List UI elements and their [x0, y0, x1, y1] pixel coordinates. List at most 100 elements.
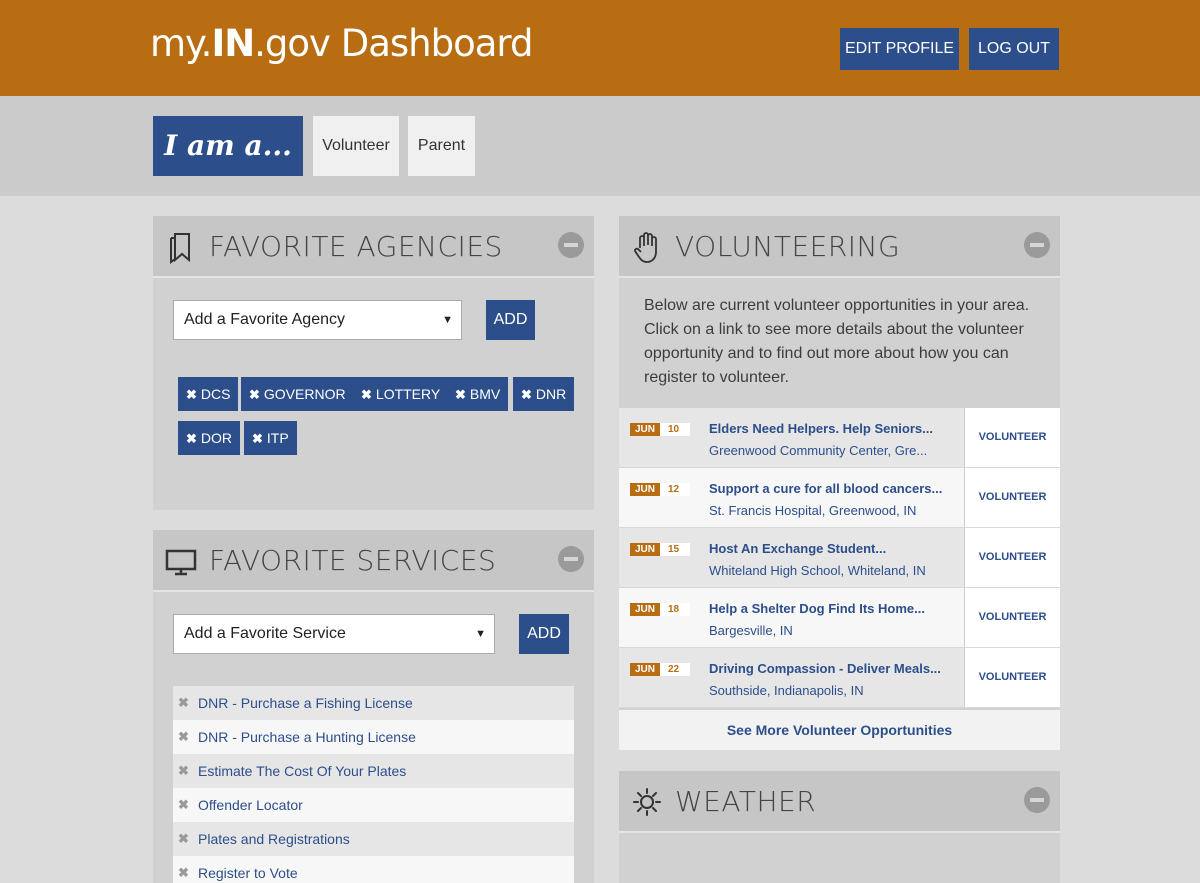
event-title-link[interactable]: Help a Shelter Dog Find Its Home... — [709, 601, 925, 616]
event-day: 15 — [668, 544, 680, 555]
site-header: my.IN.gov Dashboard EDIT PROFILE LOG OUT — [0, 0, 1200, 96]
event-title-link[interactable]: Host An Exchange Student... — [709, 541, 886, 556]
list-item[interactable]: ✖ DNR - Purchase a Hunting License — [173, 720, 574, 754]
agency-tag[interactable]: ✖ DNR — [513, 377, 575, 411]
add-agency-button[interactable]: ADD — [486, 300, 535, 340]
panel-header: WEATHER — [619, 771, 1060, 833]
panel-header: FAVORITE SERVICES — [153, 530, 594, 592]
minus-circle-icon[interactable] — [558, 546, 584, 572]
event-month: JUN — [630, 603, 660, 616]
x-icon[interactable]: ✖ — [178, 686, 189, 720]
event-month: JUN — [630, 663, 660, 676]
event-month: JUN — [630, 543, 660, 556]
agency-select-value: Add a Favorite Agency — [184, 311, 345, 328]
list-item[interactable]: ✖ DNR - Purchase a Fishing License — [173, 686, 574, 720]
table-row: JUN 22 Driving Compassion - Deliver Meals… — [619, 648, 1060, 708]
agency-tag[interactable]: ✖ LOTTERY — [353, 377, 449, 411]
sun-icon — [633, 788, 661, 816]
service-link[interactable]: Plates and Registrations — [198, 831, 350, 847]
agency-tag-label: LOTTERY — [375, 386, 441, 402]
service-select-value: Add a Favorite Service — [184, 625, 346, 642]
panel-title: WEATHER — [675, 785, 817, 818]
event-day: 12 — [668, 484, 680, 495]
agency-tag[interactable]: ✖ GOVERNOR — [241, 377, 354, 411]
event-date: JUN 12 — [630, 483, 690, 496]
minus-circle-icon[interactable] — [558, 232, 584, 258]
raised-hand-icon — [634, 232, 657, 263]
volunteer-button[interactable]: VOLUNTEER — [964, 588, 1060, 647]
agency-tag-label: DNR — [535, 386, 567, 402]
see-more-volunteer-link[interactable]: See More Volunteer Opportunities — [619, 710, 1060, 750]
table-row: JUN 12 Support a cure for all blood cance… — [619, 468, 1060, 528]
site-logo[interactable]: my.IN.gov Dashboard — [150, 22, 533, 65]
x-icon: ✖ — [455, 387, 466, 402]
event-date: JUN 22 — [630, 663, 690, 676]
minus-circle-icon[interactable] — [1024, 232, 1050, 258]
volunteer-button[interactable]: VOLUNTEER — [964, 528, 1060, 587]
event-day: 22 — [668, 664, 680, 675]
x-icon[interactable]: ✖ — [178, 754, 189, 788]
service-select[interactable]: Add a Favorite Service ▼ — [173, 614, 495, 654]
caret-down-icon: ▼ — [475, 628, 486, 640]
edit-profile-button[interactable]: EDIT PROFILE — [840, 28, 959, 70]
volunteer-button[interactable]: VOLUNTEER — [964, 648, 1060, 707]
table-row: JUN 18 Help a Shelter Dog Find Its Home..… — [619, 588, 1060, 648]
event-day: 18 — [668, 604, 680, 615]
caret-down-icon: ▼ — [442, 314, 453, 326]
role-parent-button[interactable]: Parent — [408, 116, 475, 176]
x-icon: ✖ — [361, 387, 372, 402]
service-link[interactable]: DNR - Purchase a Fishing License — [198, 695, 413, 711]
list-item[interactable]: ✖ Estimate The Cost Of Your Plates — [173, 754, 574, 788]
favorite-services-list: ✖ DNR - Purchase a Fishing License ✖ DNR -… — [173, 686, 574, 883]
agency-tag[interactable]: ✖ ITP — [244, 421, 297, 455]
x-icon: ✖ — [252, 431, 263, 446]
role-volunteer-button[interactable]: Volunteer — [313, 116, 399, 176]
agency-tag-label: DCS — [200, 386, 231, 402]
agency-tag-label: BMV — [469, 386, 501, 402]
list-item[interactable]: ✖ Offender Locator — [173, 788, 574, 822]
agency-tag-label: GOVERNOR — [263, 386, 346, 402]
event-month: JUN — [630, 423, 660, 436]
agency-tag[interactable]: ✖ DOR — [178, 421, 241, 455]
table-row: JUN 10 Elders Need Helpers. Help Seniors.… — [619, 408, 1060, 468]
x-icon[interactable]: ✖ — [178, 788, 189, 822]
log-out-button[interactable]: LOG OUT — [969, 28, 1059, 70]
volunteering-panel: VOLUNTEERING Below are current volunteer… — [619, 216, 1060, 750]
agency-tag-label: DOR — [200, 430, 233, 446]
x-icon: ✖ — [249, 387, 260, 402]
x-icon: ✖ — [186, 387, 197, 402]
minus-circle-icon[interactable] — [1024, 787, 1050, 813]
table-row: JUN 15 Host An Exchange Student... Whitel… — [619, 528, 1060, 588]
event-title-link[interactable]: Elders Need Helpers. Help Seniors... — [709, 421, 933, 436]
role-selector-bar: I am a... Volunteer Parent — [0, 96, 1200, 196]
x-icon[interactable]: ✖ — [178, 720, 189, 754]
brand-suffix: .gov Dashboard — [254, 22, 533, 65]
x-icon[interactable]: ✖ — [178, 822, 189, 856]
agency-tag[interactable]: ✖ BMV — [447, 377, 509, 411]
service-link[interactable]: Estimate The Cost Of Your Plates — [198, 763, 406, 779]
add-service-button[interactable]: ADD — [519, 614, 569, 654]
service-link[interactable]: Offender Locator — [198, 797, 303, 813]
event-day: 10 — [668, 424, 680, 435]
service-link[interactable]: Register to Vote — [198, 865, 298, 881]
event-location: Bargesville, IN — [709, 623, 793, 638]
volunteer-button[interactable]: VOLUNTEER — [964, 408, 1060, 467]
event-location: Southside, Indianapolis, IN — [709, 683, 864, 698]
event-location: Whiteland High School, Whiteland, IN — [709, 563, 926, 578]
brand-prefix: my. — [150, 22, 212, 65]
event-month: JUN — [630, 483, 660, 496]
monitor-icon — [165, 549, 197, 576]
list-item[interactable]: ✖ Register to Vote — [173, 856, 574, 883]
service-link[interactable]: DNR - Purchase a Hunting License — [198, 729, 416, 745]
volunteer-button[interactable]: VOLUNTEER — [964, 468, 1060, 527]
x-icon[interactable]: ✖ — [178, 856, 189, 883]
event-date: JUN 15 — [630, 543, 690, 556]
panel-header: VOLUNTEERING — [619, 216, 1060, 278]
agency-select[interactable]: Add a Favorite Agency ▼ — [173, 300, 462, 340]
event-location: St. Francis Hospital, Greenwood, IN — [709, 503, 917, 518]
event-title-link[interactable]: Support a cure for all blood cancers... — [709, 481, 942, 496]
list-item[interactable]: ✖ Plates and Registrations — [173, 822, 574, 856]
volunteering-intro: Below are current volunteer opportunitie… — [644, 297, 1030, 386]
event-title-link[interactable]: Driving Compassion - Deliver Meals... — [709, 661, 941, 676]
agency-tag[interactable]: ✖ DCS — [178, 377, 239, 411]
